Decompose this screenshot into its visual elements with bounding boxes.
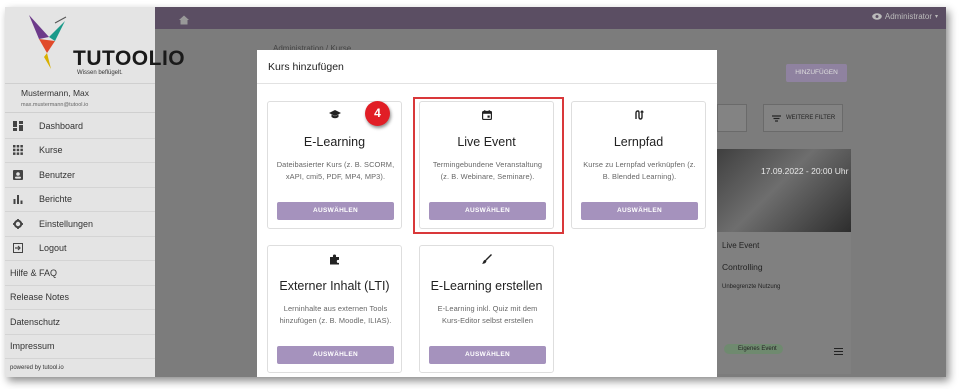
- more-filters-button[interactable]: WEITERE FILTER: [763, 104, 843, 132]
- step-badge: 4: [365, 101, 390, 126]
- route-icon: [572, 110, 705, 122]
- sidebar: TUTOOLIO Wissen beflügelt. Mustermann, M…: [5, 7, 185, 377]
- divider: [257, 83, 717, 84]
- logo-text: TUTOOLIO: [73, 47, 186, 70]
- sidebar-item-label: Dashboard: [39, 120, 84, 131]
- home-icon[interactable]: [179, 12, 189, 25]
- card-title: E-Learning erstellen: [430, 279, 543, 293]
- bar-chart-icon: [13, 194, 23, 205]
- course-type-card-create-e-learning: E-Learning erstellen E-Learning inkl. Qu…: [419, 245, 554, 373]
- status-badge: Eigenes Event: [724, 344, 783, 354]
- sidebar-link-label: Datenschutz: [10, 316, 61, 327]
- card-description: Dateibasierter Kurs (z. B. SCORM, xAPI, …: [276, 160, 395, 181]
- puzzle-icon: [268, 254, 401, 266]
- course-usage: Unbegrenzte Nutzung: [722, 284, 781, 290]
- sidebar-item-kurse[interactable]: Kurse: [5, 139, 155, 163]
- sidebar-item-label: Kurse: [39, 145, 63, 156]
- user-email: max.mustermann@tutool.io: [21, 102, 89, 108]
- sidebar-item-label: Benutzer: [39, 169, 76, 180]
- card-description: Kurse zu Lernpfad verknüpfen (z. B. Blen…: [583, 160, 696, 181]
- sidebar-item-logout[interactable]: Logout: [5, 237, 155, 261]
- list-icon[interactable]: [834, 348, 843, 355]
- logout-icon: [13, 243, 23, 254]
- add-course-button[interactable]: HINZUFÜGEN: [786, 64, 847, 82]
- sidebar-link-label: Release Notes: [10, 292, 70, 303]
- select-button[interactable]: AUSWÄHLEN: [429, 346, 546, 364]
- course-title: Controlling: [722, 262, 763, 272]
- card-title: Lernpfad: [613, 135, 664, 149]
- user-name: Mustermann, Max: [21, 88, 90, 98]
- select-button[interactable]: AUSWÄHLEN: [277, 202, 394, 220]
- admin-label: Administrator: [884, 12, 932, 21]
- filter-label: WEITERE FILTER: [786, 115, 836, 121]
- select-button[interactable]: AUSWÄHLEN: [277, 346, 394, 364]
- sidebar-item-label: Berichte: [39, 194, 73, 205]
- sidebar-link-hilfe[interactable]: Hilfe & FAQ: [5, 261, 155, 286]
- top-bar: Administrator ▾: [155, 7, 946, 29]
- sidebar-item-benutzer[interactable]: Benutzer: [5, 163, 155, 188]
- select-button[interactable]: AUSWÄHLEN: [581, 202, 698, 220]
- admin-menu[interactable]: Administrator ▾: [872, 12, 938, 21]
- sidebar-link-label: Impressum: [10, 341, 55, 352]
- logo-tagline: Wissen beflügelt.: [77, 70, 123, 76]
- sidebar-item-berichte[interactable]: Berichte: [5, 188, 155, 212]
- course-type-card-lernpfad: Lernpfad Kurse zu Lernpfad verknüpfen (z…: [571, 101, 706, 229]
- course-image: 17.09.2022 - 20:00 Uhr: [717, 149, 851, 232]
- highlight-box: [413, 97, 564, 234]
- sidebar-link-release-notes[interactable]: Release Notes: [5, 286, 155, 310]
- sidebar-link-impressum[interactable]: Impressum: [5, 335, 155, 359]
- search-input[interactable]: [717, 104, 747, 132]
- card-description: E-Learning inkl. Quiz mit dem Kurs-Edito…: [437, 304, 538, 325]
- course-type-card-external-lti: Externer Inhalt (LTI) Lerninhalte aus ex…: [267, 245, 402, 373]
- logo: TUTOOLIO Wissen beflügelt.: [27, 13, 185, 76]
- user-info[interactable]: Mustermann, Max max.mustermann@tutool.io: [5, 83, 155, 113]
- dashboard-icon: [13, 120, 23, 131]
- sidebar-link-datenschutz[interactable]: Datenschutz: [5, 310, 155, 335]
- sidebar-item-dashboard[interactable]: Dashboard: [5, 114, 155, 139]
- powered-by: powered by tutool.io: [10, 365, 64, 371]
- card-description: Lerninhalte aus externen Tools hinzufüge…: [279, 304, 392, 325]
- sidebar-nav: Dashboard Kurse Benutzer Berichte Einste…: [5, 114, 155, 359]
- course-type: Live Event: [722, 241, 760, 250]
- filter-icon: [772, 114, 781, 122]
- brush-icon: [420, 254, 553, 266]
- sidebar-item-label: Einstellungen: [39, 218, 94, 229]
- dialog-title: Kurs hinzufügen: [268, 61, 344, 73]
- gear-icon: [13, 218, 23, 229]
- card-title: E-Learning: [303, 135, 366, 149]
- app-window: TUTOOLIO Wissen beflügelt. Mustermann, M…: [5, 7, 946, 377]
- hummingbird-logo-icon: [29, 15, 67, 69]
- sidebar-item-label: Logout: [39, 243, 67, 254]
- sidebar-link-label: Hilfe & FAQ: [10, 267, 58, 278]
- card-title: Externer Inhalt (LTI): [279, 279, 390, 293]
- sidebar-item-einstellungen[interactable]: Einstellungen: [5, 212, 155, 237]
- user-icon: [13, 169, 23, 180]
- chevron-down-icon: ▾: [934, 14, 938, 20]
- course-card[interactable]: 17.09.2022 - 20:00 Uhr Live Event Contro…: [717, 149, 851, 374]
- grid-icon: [13, 145, 23, 156]
- eye-icon: [872, 13, 882, 20]
- course-date: 17.09.2022 - 20:00 Uhr: [761, 166, 849, 176]
